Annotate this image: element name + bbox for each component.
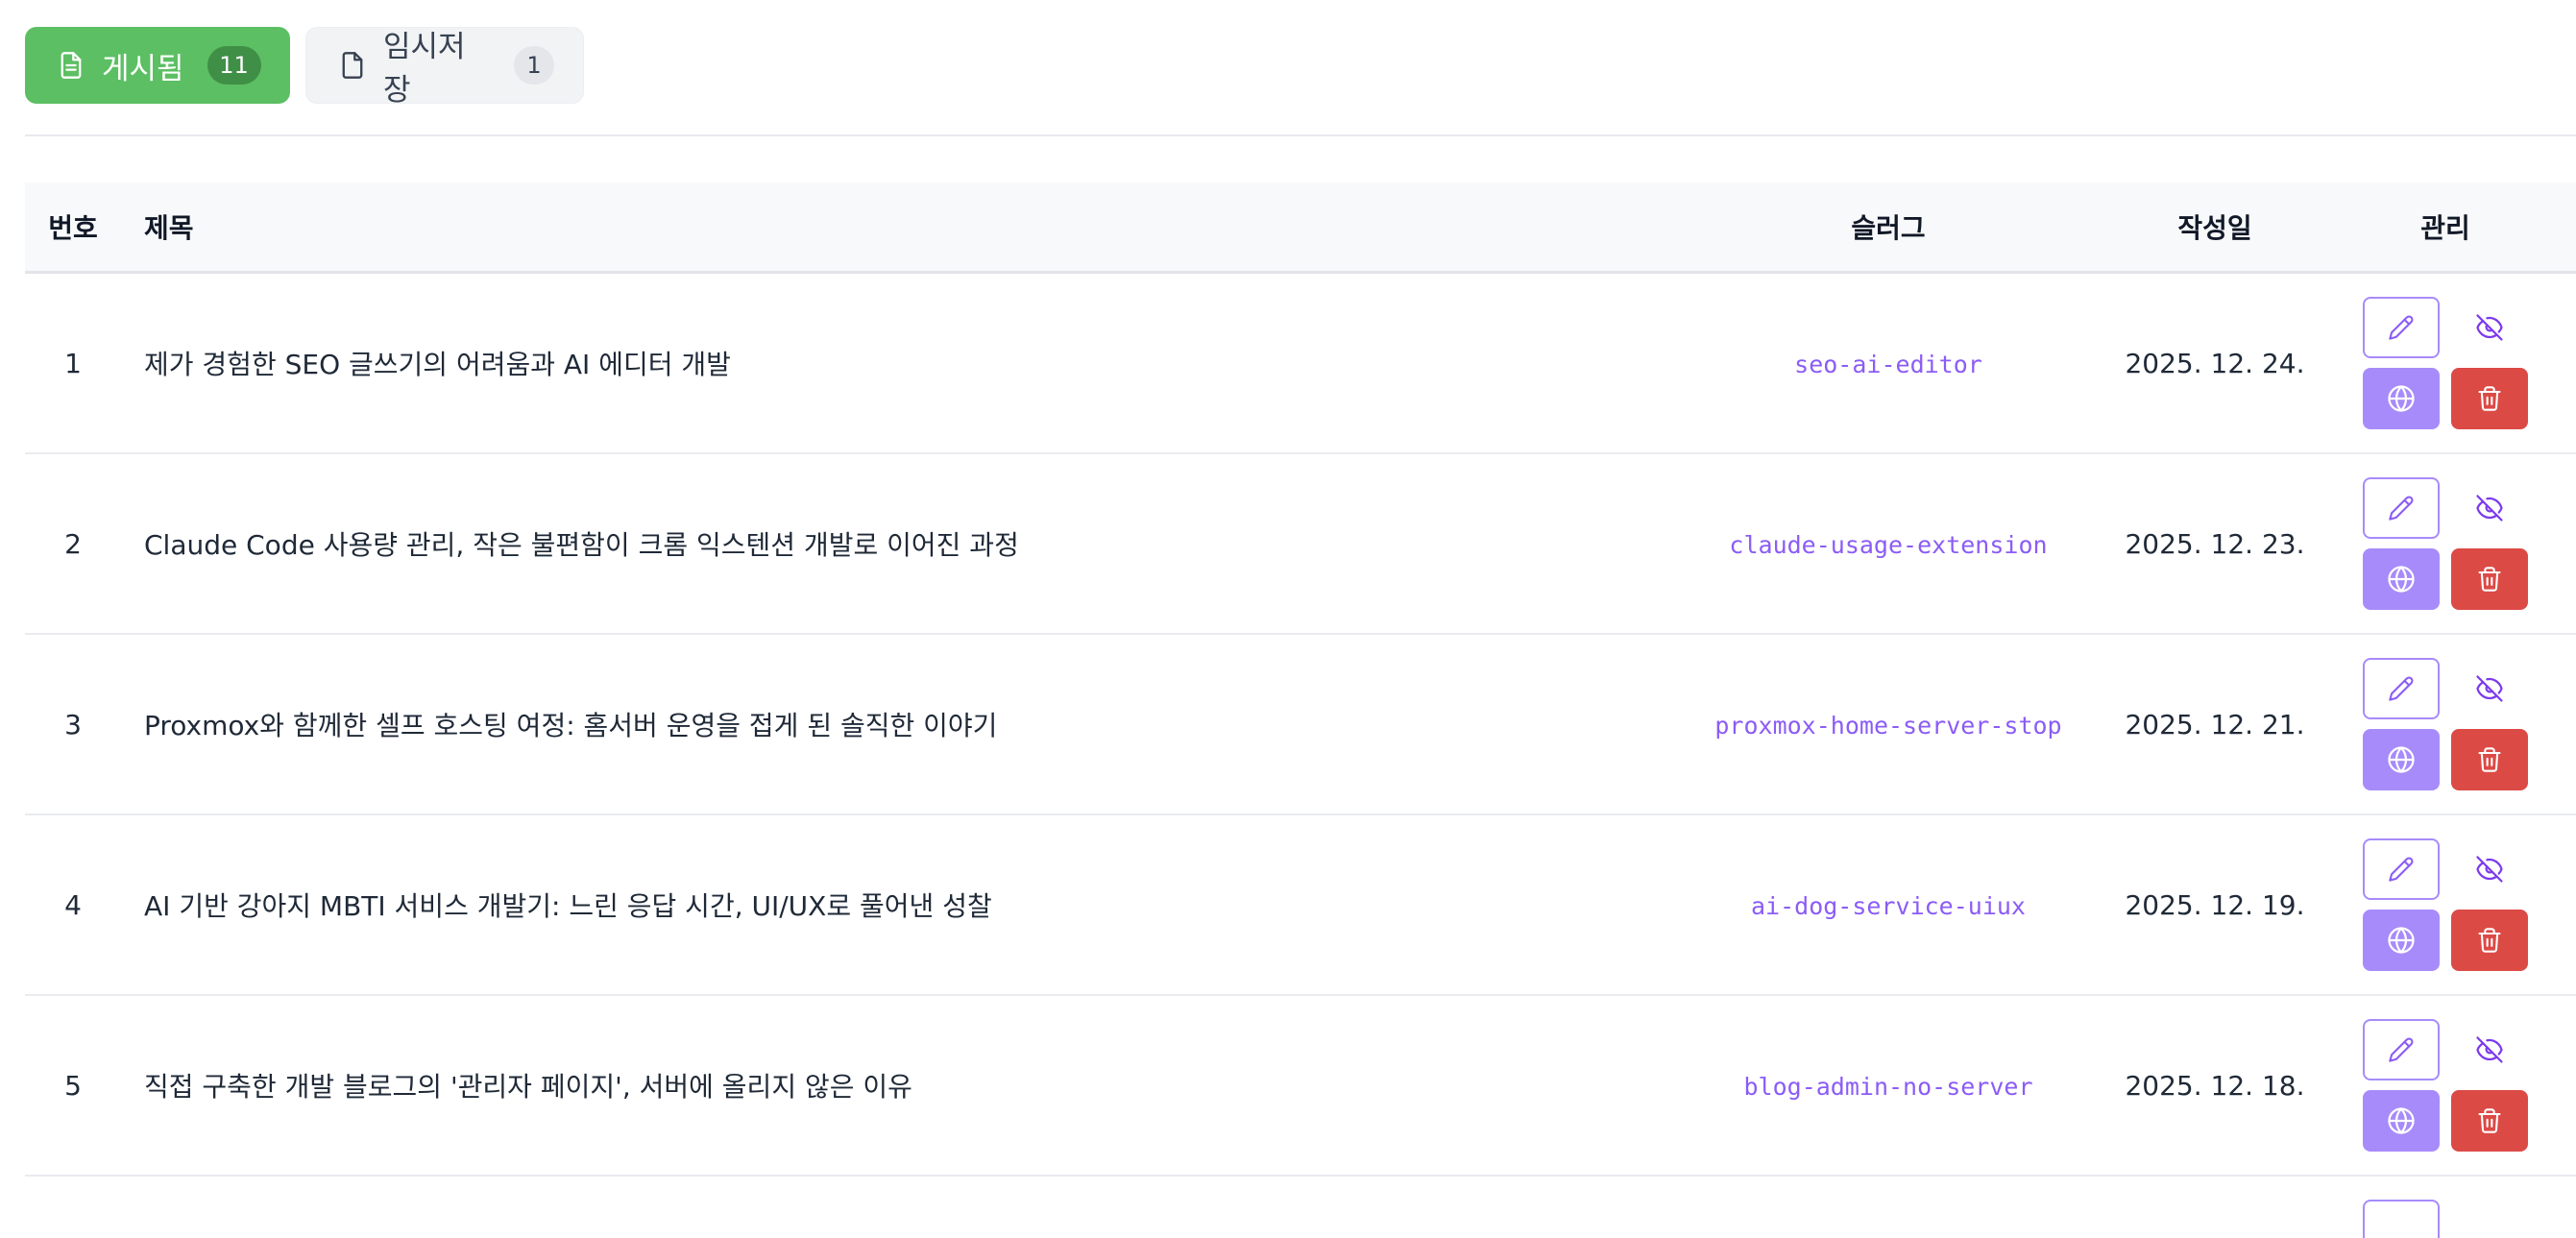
unpublish-button[interactable] (2451, 838, 2528, 900)
edit-button[interactable] (2363, 1019, 2440, 1080)
tab-draft-label: 임시저장 (383, 30, 466, 108)
tab-published[interactable]: 게시됨 11 (25, 27, 290, 104)
row-date: 2025. 12. 19. (2125, 888, 2305, 921)
header-title: 제목 (144, 212, 194, 244)
globe-icon (2387, 1106, 2416, 1135)
edit-button[interactable] (2363, 297, 2440, 358)
tabs-divider (25, 134, 2576, 136)
slug-text: proxmox-home-server-stop (1714, 711, 2062, 740)
tab-draft-count: 1 (514, 46, 554, 85)
delete-button[interactable] (2451, 729, 2528, 790)
slug-text: blog-admin-no-server (1743, 1072, 2033, 1101)
eye-off-icon (2475, 1035, 2504, 1064)
eye-off-icon (2475, 494, 2504, 522)
edit-button[interactable] (2363, 477, 2440, 539)
tab-published-label: 게시됨 (102, 51, 184, 86)
table-header: 번호 제목 슬러그 작성일 관리 (25, 182, 2576, 274)
row-date: 2025. 12. 24. (2125, 347, 2305, 379)
tab-draft[interactable]: 임시저장 1 (305, 27, 584, 108)
row-title[interactable]: 제가 경험한 SEO 글쓰기의 어려움과 AI 에디터 개발 (121, 344, 1687, 382)
row-slug: seo-ai-editor (1687, 348, 2090, 379)
trash-icon (2476, 926, 2503, 955)
document-text-icon (58, 51, 85, 80)
edit-button-partial[interactable] (2363, 1200, 2440, 1238)
row-title[interactable]: Proxmox와 함께한 셀프 호스팅 여정: 홈서버 운영을 접게 된 솔직한… (121, 705, 1687, 743)
view-live-button[interactable] (2363, 910, 2440, 971)
view-live-button[interactable] (2363, 1090, 2440, 1152)
delete-button[interactable] (2451, 368, 2528, 429)
unpublish-button[interactable] (2451, 477, 2528, 539)
unpublish-button[interactable] (2451, 658, 2528, 719)
row-slug: claude-usage-extension (1687, 528, 2090, 560)
trash-icon (2476, 565, 2503, 594)
slug-text: ai-dog-service-uiux (1751, 891, 2026, 920)
trash-icon (2476, 1106, 2503, 1135)
eye-off-icon (2475, 674, 2504, 703)
pencil-icon (2388, 856, 2415, 883)
posts-table: 번호 제목 슬러그 작성일 관리 1 제가 경험한 SEO 글쓰기의 어려움과 … (25, 182, 2576, 1238)
globe-icon (2387, 926, 2416, 955)
table-row-partial (25, 1177, 2576, 1238)
table-row: 1 제가 경험한 SEO 글쓰기의 어려움과 AI 에디터 개발 seo-ai-… (25, 274, 2576, 454)
unpublish-button[interactable] (2451, 1019, 2528, 1080)
row-slug: ai-dog-service-uiux (1687, 889, 2090, 921)
row-num: 4 (64, 888, 82, 921)
tab-published-count: 11 (207, 46, 261, 85)
row-title[interactable]: 직접 구축한 개발 블로그의 '관리자 페이지', 서버에 올리지 않은 이유 (121, 1066, 1687, 1104)
row-actions (2340, 1019, 2551, 1152)
pencil-icon (2388, 675, 2415, 702)
row-slug: proxmox-home-server-stop (1687, 709, 2090, 740)
trash-icon (2476, 384, 2503, 413)
table-row: 5 직접 구축한 개발 블로그의 '관리자 페이지', 서버에 올리지 않은 이… (25, 996, 2576, 1177)
globe-icon (2387, 384, 2416, 413)
row-title[interactable]: AI 기반 강아지 MBTI 서비스 개발기: 느린 응답 시간, UI/UX로… (121, 886, 1687, 924)
delete-button[interactable] (2451, 548, 2528, 610)
row-date: 2025. 12. 21. (2125, 708, 2305, 740)
row-num: 5 (64, 1069, 82, 1102)
status-tabs: 게시됨 11 임시저장 1 (25, 27, 584, 108)
slug-text: claude-usage-extension (1729, 530, 2048, 559)
table-row: 4 AI 기반 강아지 MBTI 서비스 개발기: 느린 응답 시간, UI/U… (25, 815, 2576, 996)
row-slug: blog-admin-no-server (1687, 1070, 2090, 1102)
slug-text: seo-ai-editor (1794, 350, 1982, 378)
globe-icon (2387, 745, 2416, 774)
header-date: 작성일 (2177, 212, 2252, 244)
header-num: 번호 (48, 212, 98, 244)
delete-button[interactable] (2451, 910, 2528, 971)
table-row: 3 Proxmox와 함께한 셀프 호스팅 여정: 홈서버 운영을 접게 된 솔… (25, 635, 2576, 815)
row-num: 2 (64, 527, 82, 560)
row-date: 2025. 12. 18. (2125, 1069, 2305, 1102)
row-num: 1 (64, 347, 82, 379)
delete-button[interactable] (2451, 1090, 2528, 1152)
row-num: 3 (64, 708, 82, 740)
unpublish-button[interactable] (2451, 297, 2528, 358)
view-live-button[interactable] (2363, 548, 2440, 610)
row-actions (2340, 477, 2551, 610)
row-actions (2340, 658, 2551, 790)
header-slug: 슬러그 (1851, 212, 1926, 244)
row-title[interactable]: Claude Code 사용량 관리, 작은 불편함이 크롬 익스텐션 개발로 … (121, 524, 1687, 563)
row-date: 2025. 12. 23. (2125, 527, 2305, 560)
row-actions (2340, 297, 2551, 429)
table-row: 2 Claude Code 사용량 관리, 작은 불편함이 크롬 익스텐션 개발… (25, 454, 2576, 635)
edit-button[interactable] (2363, 658, 2440, 719)
table-body: 1 제가 경험한 SEO 글쓰기의 어려움과 AI 에디터 개발 seo-ai-… (25, 274, 2576, 1177)
pencil-icon (2388, 314, 2415, 341)
pencil-icon (2388, 495, 2415, 522)
view-live-button[interactable] (2363, 729, 2440, 790)
row-actions (2340, 838, 2551, 971)
trash-icon (2476, 745, 2503, 774)
edit-button[interactable] (2363, 838, 2440, 900)
eye-off-icon (2475, 313, 2504, 342)
pencil-icon (2388, 1036, 2415, 1063)
header-manage: 관리 (2420, 212, 2470, 244)
view-live-button[interactable] (2363, 368, 2440, 429)
eye-off-icon (2475, 855, 2504, 884)
document-icon (339, 51, 366, 80)
globe-icon (2387, 565, 2416, 594)
